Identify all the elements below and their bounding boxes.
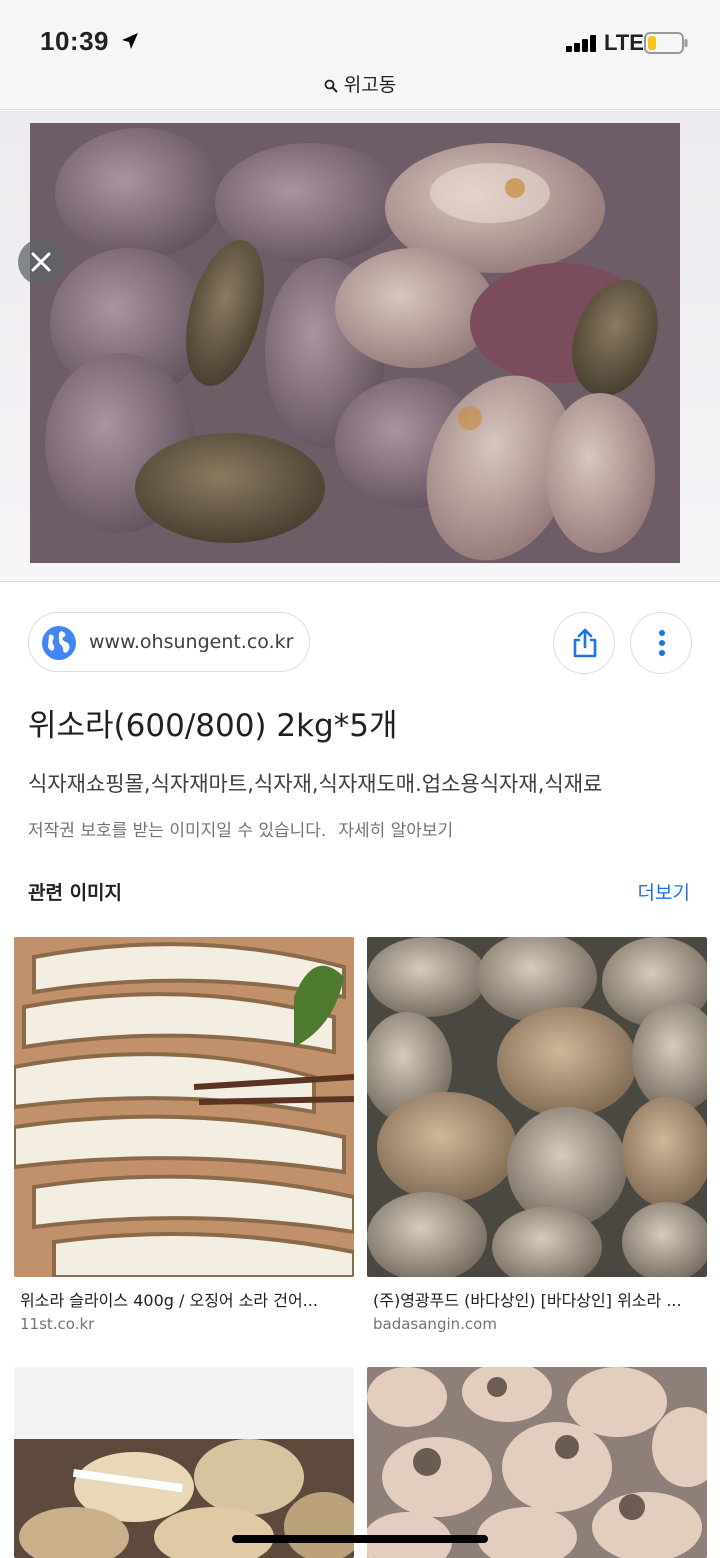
copyright-text: 저작권 보호를 받는 이미지일 수 있습니다. <box>28 821 327 841</box>
result-description: 식자재쇼핑몰,식자재마트,식자재,식자재도매.업소용식자재,식재료 <box>28 772 603 796</box>
related-thumbnail[interactable] <box>14 937 354 1277</box>
source-link-chip[interactable]: www.ohsungent.co.kr <box>28 612 310 672</box>
carrier-label: LTE <box>604 30 644 55</box>
more-link[interactable]: 더보기 <box>638 878 690 905</box>
close-button[interactable] <box>18 239 64 285</box>
learn-more-link[interactable]: 자세히 알아보기 <box>338 821 453 841</box>
more-vert-icon <box>659 630 665 656</box>
sea-snail-photo <box>30 123 680 563</box>
search-query-text: 위고동 <box>343 74 397 96</box>
source-url: www.ohsungent.co.kr <box>89 631 294 653</box>
hero-photo-container <box>30 123 680 563</box>
home-indicator[interactable] <box>232 1535 488 1543</box>
battery-icon <box>644 32 688 54</box>
status-bar: 10:39 LTE 위고동 <box>0 0 720 110</box>
opened-snails-photo <box>14 1367 354 1558</box>
related-image-card[interactable]: 위소라 슬라이스 400g / 오징어 소라 건어... 11st.co.kr <box>14 937 354 1337</box>
related-domain: badasangin.com <box>373 1315 497 1333</box>
sliced-snail-photo <box>14 937 354 1277</box>
close-icon <box>31 252 51 272</box>
signal-strength-icon <box>566 34 600 52</box>
frozen-snails-photo <box>367 1367 707 1558</box>
related-image-card[interactable]: (주)영광푸드 (바다상인) [바다상인] 위소라 ... badasangin… <box>367 937 707 1337</box>
status-time: 10:39 <box>40 26 109 56</box>
globe-icon <box>42 626 76 660</box>
divider <box>0 581 720 582</box>
more-options-button[interactable] <box>630 612 692 674</box>
related-image-card[interactable] <box>14 1367 354 1558</box>
search-query-bar[interactable]: 위고동 <box>0 70 720 97</box>
result-title[interactable]: 위소라(600/800) 2kg*5개 <box>28 700 397 745</box>
whelk-shells-photo <box>367 937 707 1277</box>
related-domain: 11st.co.kr <box>20 1315 95 1333</box>
related-images-heading: 관련 이미지 <box>28 882 123 904</box>
related-thumbnail[interactable] <box>14 1367 354 1558</box>
share-button[interactable] <box>553 612 615 674</box>
related-thumbnail[interactable] <box>367 937 707 1277</box>
related-title[interactable]: 위소라 슬라이스 400g / 오징어 소라 건어... <box>20 1287 350 1311</box>
copyright-notice: 저작권 보호를 받는 이미지일 수 있습니다. 자세히 알아보기 <box>28 816 453 841</box>
related-image-card[interactable] <box>367 1367 707 1558</box>
related-title[interactable]: (주)영광푸드 (바다상인) [바다상인] 위소라 ... <box>373 1287 703 1311</box>
search-icon <box>324 79 338 93</box>
share-icon <box>573 628 597 658</box>
location-arrow-icon <box>122 33 138 49</box>
related-thumbnail[interactable] <box>367 1367 707 1558</box>
hero-image[interactable] <box>0 111 720 581</box>
